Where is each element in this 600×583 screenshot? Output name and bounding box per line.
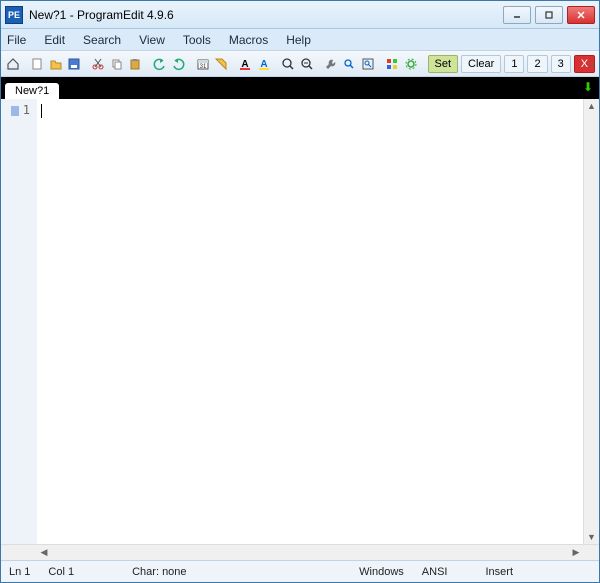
- highlight-icon[interactable]: A: [256, 54, 271, 74]
- menu-edit[interactable]: Edit: [44, 33, 65, 47]
- scroll-up-icon[interactable]: ▲: [585, 99, 599, 113]
- calendar-icon[interactable]: 31: [195, 54, 210, 74]
- download-arrow-icon[interactable]: ⬇: [583, 80, 593, 94]
- horizontal-scrollbar[interactable]: ◀ ▶: [1, 544, 599, 560]
- copy-icon[interactable]: [109, 54, 124, 74]
- status-char: Char: none: [132, 566, 186, 578]
- scroll-left-icon[interactable]: ◀: [37, 545, 51, 559]
- save-icon[interactable]: [66, 54, 81, 74]
- scroll-right-icon[interactable]: ▶: [569, 545, 583, 559]
- tag-icon[interactable]: [213, 54, 228, 74]
- bookmark-3-button[interactable]: 3: [551, 55, 571, 73]
- paste-icon[interactable]: [128, 54, 143, 74]
- status-column: Col 1: [48, 566, 74, 578]
- toolbar-overflow-icon[interactable]: ››: [585, 51, 597, 77]
- status-line: Ln 1: [9, 566, 30, 578]
- menu-view[interactable]: View: [139, 33, 165, 47]
- window-title: New?1 - ProgramEdit 4.9.6: [29, 8, 503, 22]
- wrench-icon[interactable]: [323, 54, 338, 74]
- editor-area: 1 ▲ ▼: [1, 99, 599, 544]
- line-gutter: 1: [1, 99, 37, 544]
- find-replace-icon[interactable]: [360, 54, 375, 74]
- text-editor[interactable]: [37, 99, 583, 544]
- new-file-icon[interactable]: [29, 54, 44, 74]
- menu-macros[interactable]: Macros: [229, 33, 268, 47]
- redo-icon[interactable]: [170, 54, 185, 74]
- undo-icon[interactable]: [152, 54, 167, 74]
- home-icon[interactable]: [5, 54, 20, 74]
- app-icon: PE: [5, 6, 23, 24]
- zoom-out-icon[interactable]: [299, 54, 314, 74]
- tab-file[interactable]: New?1: [5, 83, 59, 99]
- bookmark-clear-button[interactable]: Clear: [461, 55, 501, 73]
- cut-icon[interactable]: [91, 54, 106, 74]
- tabbar: New?1 ⬇: [1, 77, 599, 99]
- menubar: File Edit Search View Tools Macros Help: [1, 29, 599, 51]
- text-cursor: [41, 104, 42, 118]
- close-button[interactable]: [567, 6, 595, 24]
- bookmark-set-button[interactable]: Set: [428, 55, 459, 73]
- menu-search[interactable]: Search: [83, 33, 121, 47]
- menu-help[interactable]: Help: [286, 33, 311, 47]
- find-icon[interactable]: [342, 54, 357, 74]
- statusbar: Ln 1 Col 1 Char: none Windows ANSI Inser…: [1, 560, 599, 582]
- gutter-line-1: 1: [1, 103, 30, 117]
- zoom-in-icon[interactable]: [281, 54, 296, 74]
- vertical-scrollbar[interactable]: ▲ ▼: [583, 99, 599, 544]
- menu-file[interactable]: File: [7, 33, 26, 47]
- bookmark-2-button[interactable]: 2: [527, 55, 547, 73]
- titlebar: PE New?1 - ProgramEdit 4.9.6: [1, 1, 599, 29]
- scroll-down-icon[interactable]: ▼: [585, 530, 599, 544]
- maximize-button[interactable]: [535, 6, 563, 24]
- open-folder-icon[interactable]: [48, 54, 63, 74]
- status-eol: Windows: [359, 566, 404, 578]
- status-encoding: ANSI: [422, 566, 448, 578]
- bookmark-1-button[interactable]: 1: [504, 55, 524, 73]
- window-buttons: [503, 6, 595, 24]
- status-mode: Insert: [485, 566, 513, 578]
- color-grid-icon[interactable]: [385, 54, 400, 74]
- svg-text:31: 31: [199, 64, 206, 70]
- gear-icon[interactable]: [403, 54, 418, 74]
- toolbar: 31 A A Set Clear 1 2 3 X ››: [1, 51, 599, 77]
- menu-tools[interactable]: Tools: [183, 33, 211, 47]
- line-number-1: 1: [23, 103, 30, 117]
- app-window: PE New?1 - ProgramEdit 4.9.6 File Edit S…: [0, 0, 600, 583]
- line-marker-icon: [11, 106, 19, 116]
- font-color-icon[interactable]: A: [238, 54, 253, 74]
- minimize-button[interactable]: [503, 6, 531, 24]
